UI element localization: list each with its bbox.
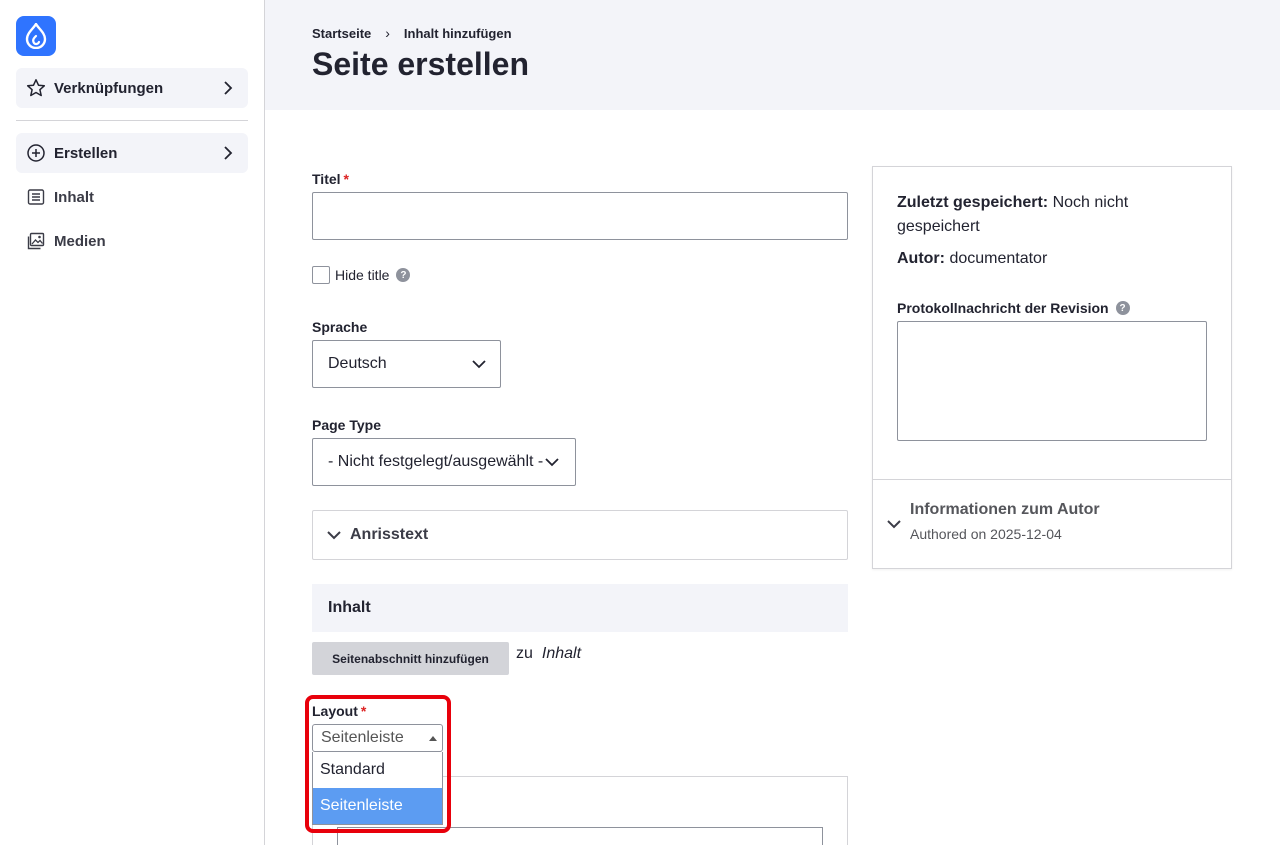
- chevron-down-icon: [327, 531, 341, 540]
- sidebar-item-content[interactable]: Inhalt: [16, 177, 248, 217]
- page-type-select[interactable]: - Nicht festgelegt/ausgewählt -: [312, 438, 576, 486]
- add-to-prefix: zu: [516, 645, 533, 662]
- hide-title-checkbox[interactable]: [312, 266, 330, 284]
- language-select-value: Deutsch: [328, 355, 387, 372]
- title-label: Titel *: [312, 171, 349, 187]
- chevron-down-icon: [545, 456, 559, 468]
- page-header: Startseite › Inhalt hinzufügen Seite ers…: [265, 0, 1280, 110]
- teaser-details-label: Anrisstext: [350, 526, 429, 543]
- chevron-down-icon: [887, 520, 901, 529]
- meta-divider: [873, 479, 1231, 480]
- help-icon[interactable]: ?: [396, 268, 411, 282]
- title-label-text: Titel: [312, 171, 341, 187]
- hide-title-row: Hide title ?: [312, 266, 411, 284]
- star-icon: [26, 78, 46, 98]
- page-title: Seite erstellen: [312, 46, 529, 82]
- page-type-select-value: - Nicht festgelegt/ausgewählt -: [328, 453, 544, 470]
- breadcrumb: Startseite › Inhalt hinzufügen: [312, 25, 512, 41]
- content-section-header: Inhalt: [312, 584, 848, 632]
- sidebar-divider: [16, 120, 248, 121]
- author-info-line: Autor: documentator: [897, 247, 1047, 271]
- author-info-text: Informationen zum Autor Authored on 2025…: [910, 501, 1100, 542]
- title-input[interactable]: [312, 192, 848, 240]
- chevron-down-icon: [472, 360, 486, 369]
- document-list-icon: [26, 187, 46, 207]
- teaser-details[interactable]: Anrisstext: [312, 510, 848, 560]
- last-saved-label: Zuletzt gespeichert:: [897, 194, 1049, 211]
- author-label: Autor:: [897, 250, 945, 267]
- meta-panel: Zuletzt gespeichert: Noch nicht gespeich…: [872, 166, 1232, 569]
- highlight-box: [305, 695, 451, 833]
- sidebar-item-label: Erstellen: [54, 144, 118, 162]
- sidebar-item-label: Inhalt: [54, 188, 94, 206]
- chevron-right-icon: [224, 146, 233, 160]
- add-section-button[interactable]: Seitenabschnitt hinzufügen: [312, 642, 509, 675]
- sidebar: Verknüpfungen Erstellen Inhalt Medien: [0, 0, 265, 845]
- sidebar-item-label: Verknüpfungen: [54, 79, 164, 97]
- drupal-drop-icon: [25, 23, 47, 49]
- revision-log-label: Protokollnachricht der Revision ?: [897, 300, 1130, 316]
- author-value: documentator: [949, 250, 1048, 267]
- chevron-right-icon: [224, 81, 233, 95]
- image-icon: [26, 231, 46, 251]
- drupal-logo[interactable]: [16, 16, 56, 56]
- add-to-text: zu Inhalt: [516, 645, 581, 663]
- breadcrumb-separator-icon: ›: [385, 25, 390, 41]
- breadcrumb-home-link[interactable]: Startseite: [312, 26, 371, 41]
- revision-log-textarea[interactable]: [897, 321, 1207, 441]
- page-type-label: Page Type: [312, 417, 381, 433]
- hide-title-label[interactable]: Hide title: [335, 267, 389, 283]
- last-saved-info: Zuletzt gespeichert: Noch nicht gespeich…: [897, 191, 1197, 239]
- author-info-title: Informationen zum Autor: [910, 501, 1100, 518]
- author-info-subtitle: Authored on 2025-12-04: [910, 526, 1062, 542]
- breadcrumb-add-content-link[interactable]: Inhalt hinzufügen: [404, 26, 512, 41]
- required-marker: *: [343, 171, 349, 187]
- add-to-target: Inhalt: [541, 645, 582, 662]
- language-label: Sprache: [312, 319, 368, 335]
- author-info-details[interactable]: Informationen zum Autor Authored on 2025…: [887, 501, 1100, 542]
- plus-circle-icon: [26, 143, 46, 163]
- help-icon[interactable]: ?: [1115, 301, 1130, 315]
- sidebar-item-media[interactable]: Medien: [16, 221, 248, 261]
- sidebar-item-shortcuts[interactable]: Verknüpfungen: [16, 68, 248, 108]
- revision-log-label-text: Protokollnachricht der Revision: [897, 300, 1109, 316]
- sidebar-item-label: Medien: [54, 232, 106, 250]
- language-select[interactable]: Deutsch: [312, 340, 501, 388]
- sidebar-item-create[interactable]: Erstellen: [16, 133, 248, 173]
